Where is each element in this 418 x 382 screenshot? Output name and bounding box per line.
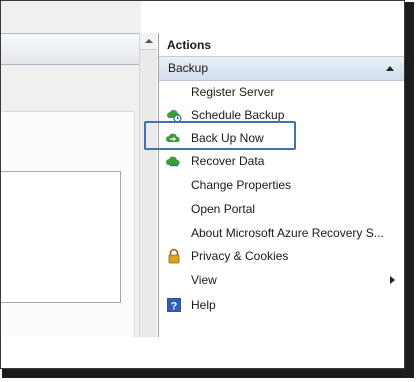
action-label: Recover Data [191, 154, 265, 168]
action-label: Open Portal [191, 202, 256, 216]
frame-bottom [1, 337, 404, 368]
action-register-server[interactable]: Register Server [159, 81, 404, 103]
back-up-now-highlight [144, 121, 296, 150]
action-label: Privacy & Cookies [191, 249, 289, 263]
actions-pane: Actions Backup Register Server Schedule … [158, 33, 404, 368]
help-icon: ? [166, 297, 182, 313]
backup-section-header[interactable]: Backup [159, 57, 404, 81]
vertical-scrollbar[interactable] [139, 33, 157, 368]
cloud-recover-icon [166, 153, 182, 169]
action-change-properties[interactable]: Change Properties [159, 174, 404, 196]
collapse-arrow-icon[interactable] [386, 66, 394, 71]
actions-pane-title: Actions [159, 33, 404, 57]
action-open-portal[interactable]: Open Portal [159, 198, 404, 220]
action-recover-data[interactable]: Recover Data [159, 150, 404, 172]
results-pane-header [1, 33, 139, 65]
action-label: Help [191, 298, 216, 312]
lock-icon [166, 248, 182, 264]
section-label: Backup [168, 61, 209, 75]
scroll-up-button[interactable] [140, 33, 157, 50]
svg-text:?: ? [171, 301, 178, 313]
action-about[interactable]: About Microsoft Azure Recovery S... [159, 222, 404, 244]
results-pane [1, 1, 141, 368]
mmc-window: Actions Backup Register Server Schedule … [0, 0, 405, 369]
submenu-arrow-icon [390, 276, 395, 284]
action-label: View [191, 273, 217, 287]
action-view[interactable]: View [159, 269, 404, 291]
action-label: About Microsoft Azure Recovery S... [191, 226, 384, 240]
action-help[interactable]: ? Help [159, 294, 404, 316]
action-privacy-cookies[interactable]: Privacy & Cookies [159, 245, 404, 267]
action-label: Register Server [191, 85, 275, 99]
results-pane-list [1, 171, 121, 303]
action-label: Change Properties [191, 178, 292, 192]
